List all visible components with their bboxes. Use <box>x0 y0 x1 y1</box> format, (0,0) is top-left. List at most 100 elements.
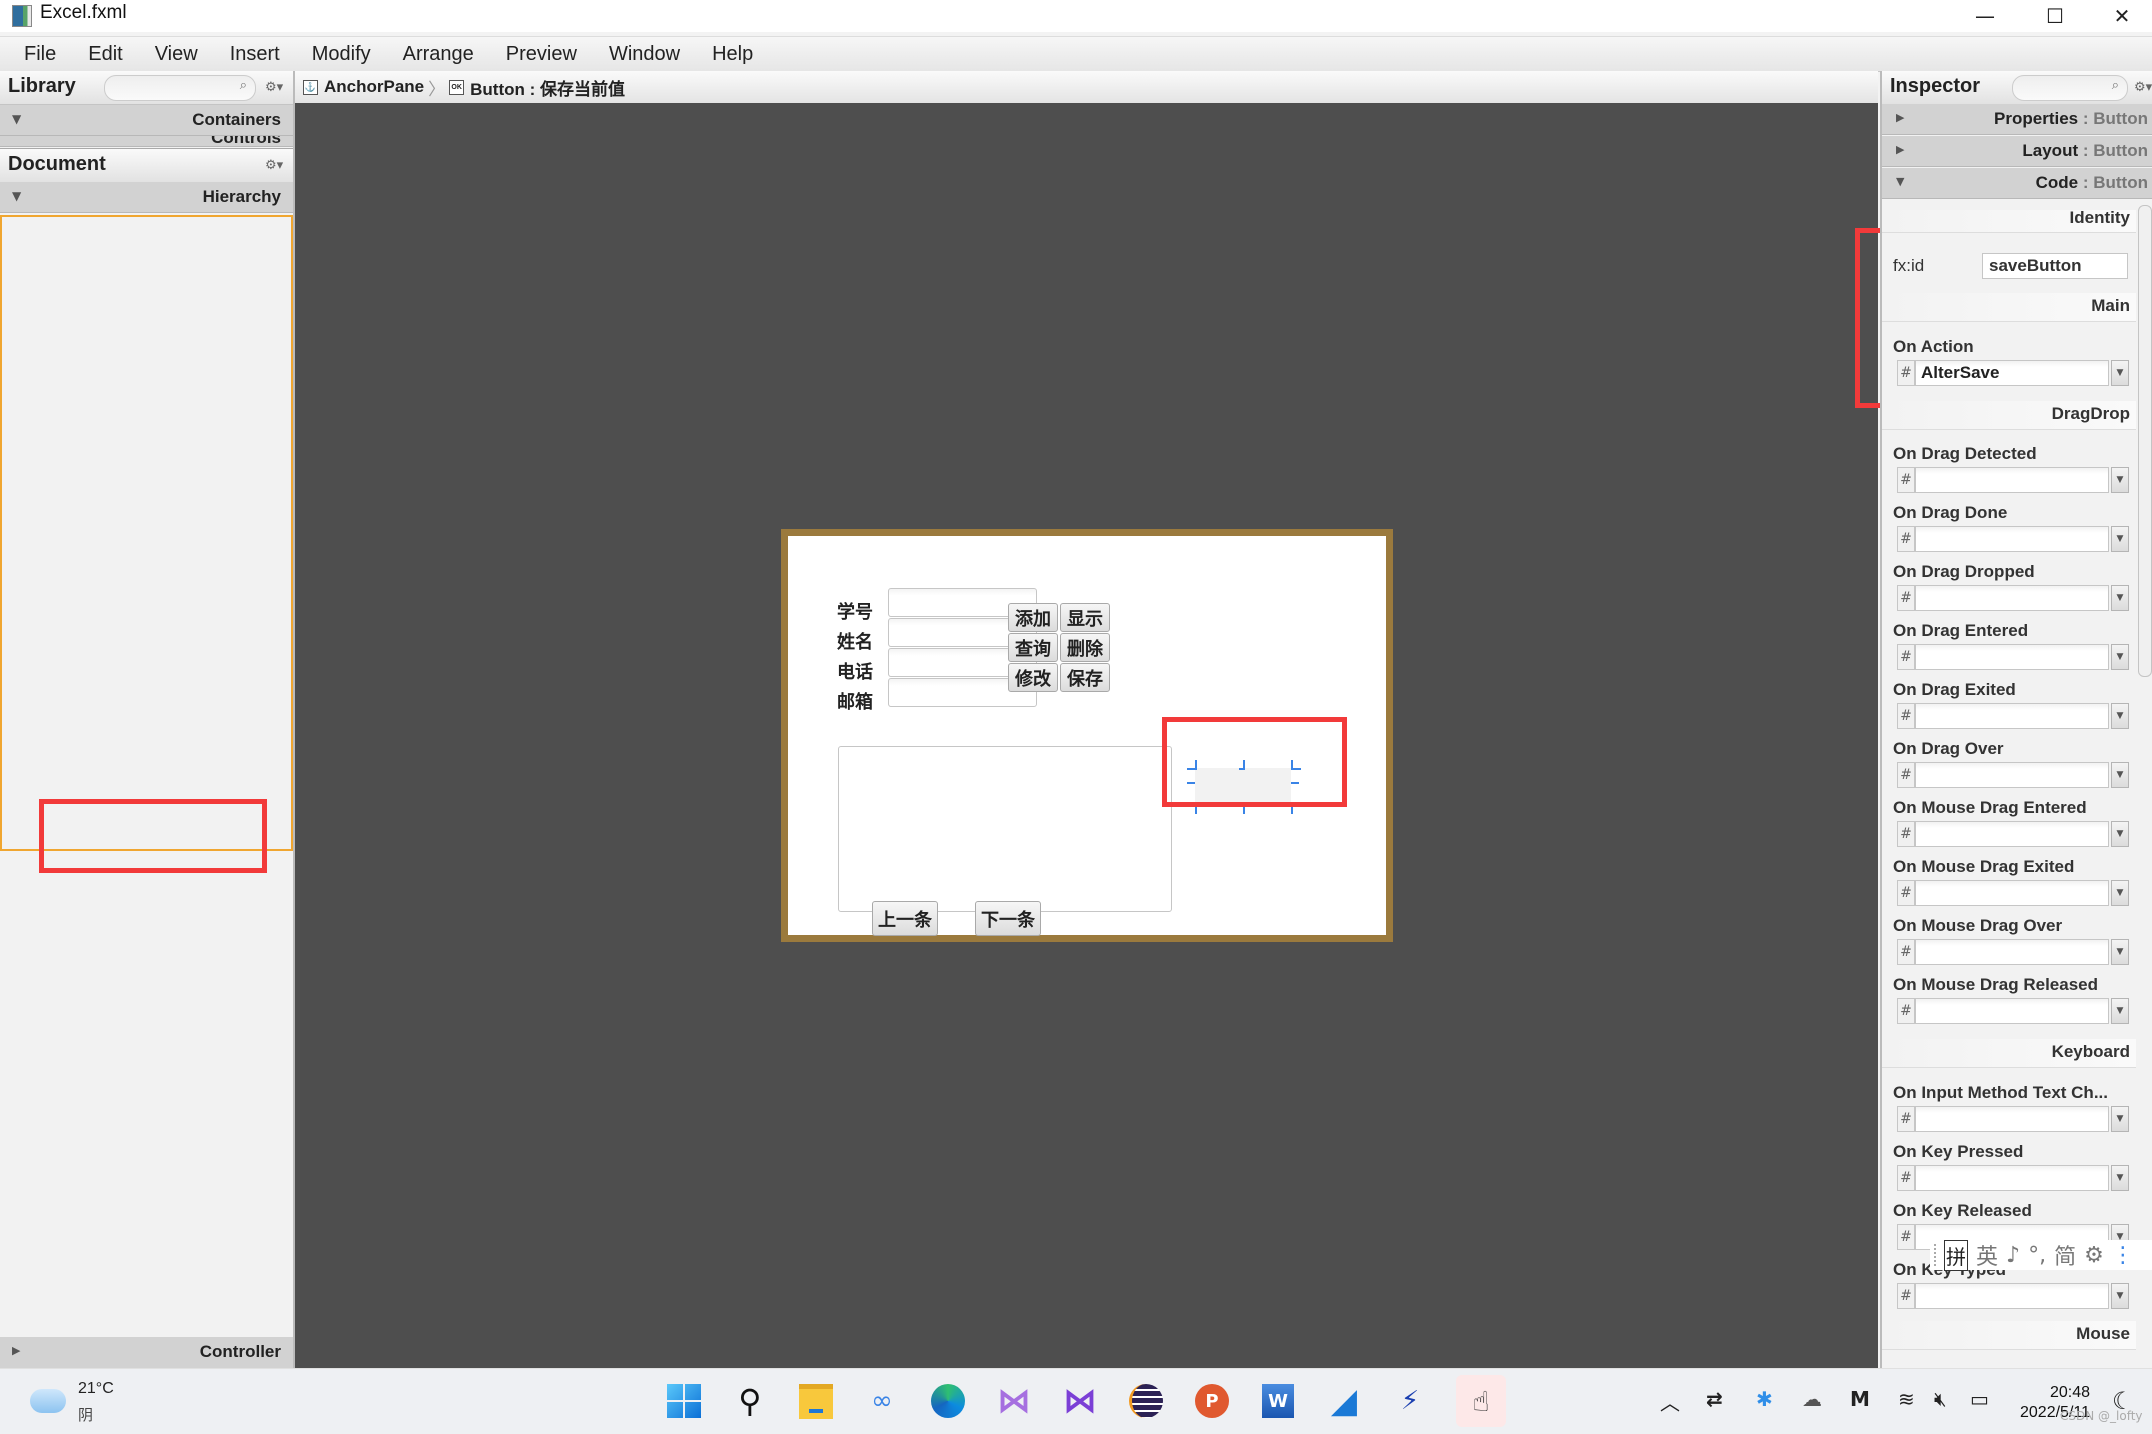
library-search-input[interactable]: ⌕ <box>104 75 256 101</box>
menu-window[interactable]: Window <box>593 43 696 66</box>
event-handler-combobox[interactable]: # ▼ <box>1897 998 2129 1024</box>
fxid-input[interactable]: saveButton <box>1982 253 2128 279</box>
battery-icon[interactable]: ▭ <box>1970 1387 1989 1411</box>
menu-view[interactable]: View <box>139 43 214 66</box>
event-handler-combobox[interactable]: # ▼ <box>1897 703 2129 729</box>
dropdown-arrow-icon[interactable]: ▼ <box>2111 939 2129 965</box>
controller-section[interactable]: ▶ Controller <box>0 1337 293 1369</box>
dropdown-arrow-icon[interactable]: ▼ <box>2111 526 2129 552</box>
tray-m-icon[interactable]: M <box>1850 1387 1870 1411</box>
event-handler-input[interactable] <box>1915 1283 2109 1309</box>
menu-modify[interactable]: Modify <box>296 43 387 66</box>
ime-settings-icon[interactable]: ⚙ <box>2084 1243 2104 1268</box>
event-handler-combobox[interactable]: # ▼ <box>1897 1106 2129 1132</box>
inspector-scrollbar[interactable] <box>2138 205 2152 677</box>
ime-more-icon[interactable]: ⋮ <box>2112 1243 2134 1268</box>
dropdown-arrow-icon[interactable]: ▼ <box>2111 703 2129 729</box>
event-handler-combobox[interactable]: # ▼ <box>1897 467 2129 493</box>
dropdown-arrow-icon[interactable]: ▼ <box>2111 1165 2129 1191</box>
menu-preview[interactable]: Preview <box>490 43 593 66</box>
event-handler-combobox[interactable]: # ▼ <box>1897 644 2129 670</box>
dropdown-arrow-icon[interactable]: ▼ <box>2111 1106 2129 1132</box>
event-handler-input[interactable] <box>1915 585 2109 611</box>
tray-app-icon[interactable]: ✱ <box>1756 1387 1773 1411</box>
menu-edit[interactable]: Edit <box>72 43 138 66</box>
on-action-combobox[interactable]: # AlterSave ▼ <box>1897 360 2129 386</box>
menu-insert[interactable]: Insert <box>214 43 296 66</box>
event-handler-combobox[interactable]: # ▼ <box>1897 821 2129 847</box>
query-button[interactable]: 查询 <box>1008 633 1058 662</box>
save-button[interactable]: 保存 <box>1060 663 1110 692</box>
delete-button[interactable]: 删除 <box>1060 633 1110 662</box>
onedrive-icon[interactable]: ☁ <box>1802 1387 1822 1411</box>
ime-english-icon[interactable]: 英 <box>1976 1239 1998 1271</box>
dropdown-arrow-icon[interactable]: ▼ <box>2111 467 2129 493</box>
label-name[interactable]: 姓名 <box>837 628 873 654</box>
ime-punct-icon[interactable]: °, <box>2028 1243 2046 1268</box>
add-button[interactable]: 添加 <box>1008 603 1058 632</box>
event-handler-input[interactable] <box>1915 644 2109 670</box>
hierarchy-section[interactable]: ▼ Hierarchy <box>0 182 293 213</box>
scene-builder-icon[interactable]: ☝ <box>1456 1375 1506 1427</box>
focus-assist-moon-icon[interactable]: ☾ <box>2112 1387 2134 1415</box>
event-handler-input[interactable] <box>1915 821 2109 847</box>
ime-drag-handle[interactable] <box>1934 1244 1936 1266</box>
inspector-gear-icon[interactable]: ⚙▾ <box>2134 80 2152 95</box>
label-phone[interactable]: 电话 <box>837 658 873 684</box>
event-handler-combobox[interactable]: # ▼ <box>1897 880 2129 906</box>
inspector-section-code[interactable]: ▼ Code : Button <box>1882 168 2152 199</box>
event-handler-input[interactable] <box>1915 526 2109 552</box>
inspector-search-input[interactable]: ⌕ <box>2012 75 2128 101</box>
breadcrumb-button[interactable]: Button : 保存当前值 <box>470 75 625 100</box>
event-handler-combobox[interactable]: # ▼ <box>1897 526 2129 552</box>
start-icon[interactable] <box>666 1383 702 1419</box>
dropdown-arrow-icon[interactable]: ▼ <box>2111 998 2129 1024</box>
word-icon[interactable]: W <box>1260 1383 1296 1419</box>
event-handler-input[interactable] <box>1915 467 2109 493</box>
tray-overflow-icon[interactable]: ︿ <box>1660 1387 1680 1416</box>
ime-moon-icon[interactable]: ♪ <box>2006 1243 2020 1268</box>
event-handler-combobox[interactable]: # ▼ <box>1897 1283 2129 1309</box>
ime-pinyin-icon[interactable]: 拼 <box>1944 1239 1968 1271</box>
menu-file[interactable]: File <box>0 43 72 66</box>
weather-temp[interactable]: 21°C <box>78 1380 114 1398</box>
network-tool-icon[interactable]: ⚡ <box>1392 1383 1428 1419</box>
textarea[interactable] <box>838 746 1172 912</box>
tray-settings-icon[interactable]: ⇄ <box>1706 1387 1723 1411</box>
library-section-containers[interactable]: ▼ Containers <box>0 105 293 136</box>
minimize-button[interactable]: — <box>1955 0 2015 32</box>
visual-studio-2022-icon[interactable]: ⋈ <box>1062 1381 1098 1421</box>
next-button[interactable]: 下一条 <box>975 901 1041 936</box>
event-handler-input[interactable] <box>1915 703 2109 729</box>
baidu-netdisk-icon[interactable]: ∞ <box>864 1383 900 1419</box>
volume-muted-icon[interactable]: 🔇︎ <box>1934 1387 1947 1411</box>
visual-studio-2019-icon[interactable]: ⋈ <box>996 1381 1032 1421</box>
powerpoint-icon[interactable]: P <box>1194 1383 1230 1419</box>
inspector-section-properties[interactable]: ▶ Properties : Button <box>1882 104 2152 135</box>
on-action-value[interactable]: AlterSave <box>1915 360 2109 386</box>
maximize-button[interactable]: ☐ <box>2025 0 2085 32</box>
label-student-id[interactable]: 学号 <box>837 598 873 624</box>
library-section-controls[interactable]: Controls <box>0 136 293 147</box>
dropdown-arrow-icon[interactable]: ▼ <box>2111 880 2129 906</box>
event-handler-input[interactable] <box>1915 762 2109 788</box>
dropdown-arrow-icon[interactable]: ▼ <box>2111 821 2129 847</box>
breadcrumb-anchorpane[interactable]: AnchorPane <box>324 77 424 97</box>
show-button[interactable]: 显示 <box>1060 603 1110 632</box>
event-handler-input[interactable] <box>1915 1106 2109 1132</box>
event-handler-input[interactable] <box>1915 939 2109 965</box>
edge-icon[interactable] <box>930 1383 966 1419</box>
event-handler-input[interactable] <box>1915 880 2109 906</box>
dropdown-arrow-icon[interactable]: ▼ <box>2111 644 2129 670</box>
event-handler-input[interactable] <box>1915 998 2109 1024</box>
modify-button[interactable]: 修改 <box>1008 663 1058 692</box>
dropdown-arrow-icon[interactable]: ▼ <box>2111 585 2129 611</box>
menu-help[interactable]: Help <box>696 43 769 66</box>
wifi-icon[interactable]: ≋ <box>1898 1387 1915 1411</box>
label-email[interactable]: 邮箱 <box>837 688 873 714</box>
library-gear-icon[interactable]: ⚙▾ <box>265 80 283 95</box>
wireshark-icon[interactable]: ◢ <box>1326 1381 1362 1421</box>
dropdown-arrow-icon[interactable]: ▼ <box>2111 360 2129 386</box>
event-handler-input[interactable] <box>1915 1165 2109 1191</box>
prev-button[interactable]: 上一条 <box>872 901 938 936</box>
